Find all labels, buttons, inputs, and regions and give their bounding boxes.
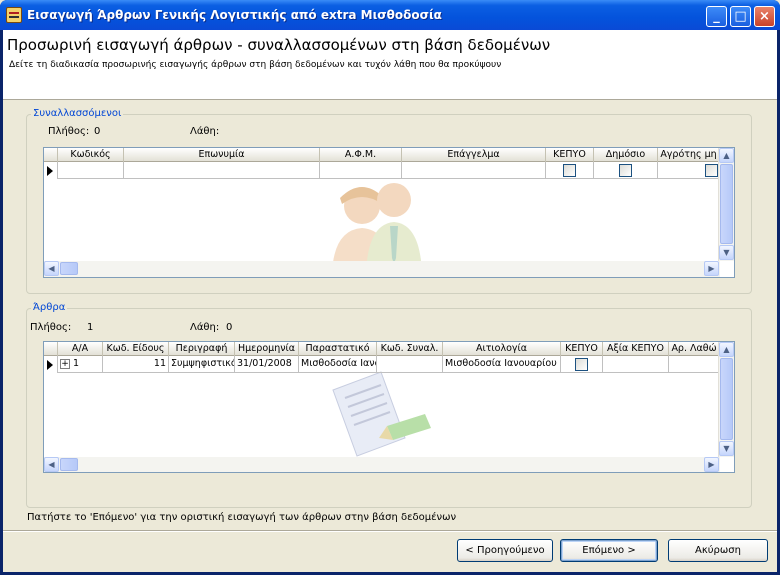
scroll-left-button[interactable]: ◀ <box>44 457 59 472</box>
column-header[interactable]: Κωδ. Είδους <box>103 342 169 356</box>
wizard-body: Προσωρινή εισαγωγή άρθρων - συναλλασσομέ… <box>3 30 777 572</box>
counterparties-count-label: Πλήθος: <box>48 126 90 137</box>
cell-justification[interactable]: Μισθοδοσία Ιανουαρίου <box>443 356 561 373</box>
ledger-icon <box>6 7 22 23</box>
window-title: Εισαγωγή Άρθρων Γενικής Λογιστικής από e… <box>27 8 442 22</box>
cell-description[interactable]: Συμψηφιστικό <box>169 356 235 373</box>
entries-count-label: Πλήθος: <box>30 322 72 333</box>
footer-instruction: Πατήστε το 'Επόμενο' για την οριστική ει… <box>27 512 457 523</box>
scroll-right-button[interactable]: ▶ <box>704 457 719 472</box>
scroll-up-button[interactable]: ▲ <box>719 342 734 357</box>
counterparties-grid[interactable]: Κωδικός Επωνυμία Α.Φ.Μ. Επάγγελμα ΚΕΠΥΟ … <box>43 147 735 278</box>
farmer-checkbox[interactable] <box>705 164 718 177</box>
counterparties-grid-header: Κωδικός Επωνυμία Α.Φ.Μ. Επάγγελμα ΚΕΠΥΟ … <box>44 148 720 162</box>
entries-count-value: 1 <box>87 322 94 333</box>
scroll-up-button[interactable]: ▲ <box>719 148 734 163</box>
column-header[interactable]: ΚΕΠΥΟ <box>561 342 603 356</box>
column-header[interactable]: Δημόσιο <box>594 148 658 162</box>
table-row[interactable] <box>44 162 720 179</box>
minimize-button[interactable]: _ <box>706 6 727 27</box>
column-header[interactable]: Α/Α <box>58 342 103 356</box>
column-header[interactable]: Κωδικός <box>58 148 124 162</box>
kepyo-checkbox[interactable] <box>575 358 588 371</box>
table-row[interactable]: + 1 11 Συμψηφιστικό 31/01/2008 Μισθοδοσί… <box>44 356 720 373</box>
entries-grid-header: Α/Α Κωδ. Είδους Περιγραφή Ημερομηνία Παρ… <box>44 342 720 356</box>
column-header[interactable]: Περιγραφή <box>169 342 235 356</box>
kepyo-checkbox[interactable] <box>563 164 576 177</box>
column-header[interactable]: Αρ. Λαθώ <box>669 342 720 356</box>
cell-code[interactable] <box>58 162 124 179</box>
column-header[interactable]: ΚΕΠΥΟ <box>546 148 594 162</box>
cell-name[interactable] <box>124 162 320 179</box>
scroll-thumb[interactable] <box>60 458 78 471</box>
column-header[interactable]: Επωνυμία <box>124 148 320 162</box>
current-row-icon <box>47 166 53 176</box>
counterparties-horizontal-scrollbar[interactable]: ◀ ▶ <box>44 261 720 277</box>
scroll-thumb[interactable] <box>60 262 78 275</box>
current-row-icon <box>47 360 53 370</box>
expand-row-icon[interactable]: + <box>60 359 70 369</box>
cell-date[interactable]: 31/01/2008 <box>235 356 299 373</box>
cell-afm[interactable] <box>320 162 402 179</box>
entries-group-label: Άρθρα <box>31 302 68 313</box>
cell-item-code[interactable]: 11 <box>103 356 169 373</box>
document-pen-icon <box>332 371 431 457</box>
scroll-thumb[interactable] <box>720 164 733 244</box>
entries-grid[interactable]: Α/Α Κωδ. Είδους Περιγραφή Ημερομηνία Παρ… <box>43 341 735 473</box>
footer-divider <box>3 530 777 532</box>
column-header[interactable]: Κωδ. Συναλ. <box>377 342 443 356</box>
scroll-down-button[interactable]: ▼ <box>719 441 734 456</box>
entries-horizontal-scrollbar[interactable]: ◀ ▶ <box>44 457 720 472</box>
cancel-button[interactable]: Ακύρωση <box>668 539 768 562</box>
column-header[interactable]: Αγρότης μη <box>658 148 720 162</box>
counterparties-errors-label: Λάθη: <box>190 126 220 137</box>
column-header[interactable]: Αξία ΚΕΠΥΟ <box>603 342 669 356</box>
entries-errors-label: Λάθη: <box>190 322 220 333</box>
scroll-right-button[interactable]: ▶ <box>704 261 719 276</box>
wizard-header: Προσωρινή εισαγωγή άρθρων - συναλλασσομέ… <box>3 30 777 100</box>
page-title: Προσωρινή εισαγωγή άρθρων - συναλλασσομέ… <box>7 36 551 54</box>
counterparties-vertical-scrollbar[interactable]: ▲ ▼ <box>718 148 734 261</box>
cell-document[interactable]: Μισθοδοσία Ιανο <box>299 356 377 373</box>
cell-aa[interactable]: 1 <box>73 356 79 372</box>
counterparties-group-label: Συναλλασσόμενοι <box>31 108 124 119</box>
scroll-left-button[interactable]: ◀ <box>44 261 59 276</box>
counterparties-count-value: 0 <box>94 126 101 137</box>
close-button[interactable]: × <box>754 6 775 27</box>
column-header[interactable]: Επάγγελμα <box>402 148 546 162</box>
next-button[interactable]: Επόμενο > <box>560 539 658 562</box>
maximize-button[interactable]: □ <box>730 6 751 27</box>
column-header[interactable]: Αιτιολογία <box>443 342 561 356</box>
cell-profession[interactable] <box>402 162 546 179</box>
title-bar[interactable]: Εισαγωγή Άρθρων Γενικής Λογιστικής από e… <box>0 0 780 30</box>
page-subtitle: Δείτε τη διαδικασία προσωρινής εισαγωγής… <box>9 60 502 70</box>
row-selector[interactable] <box>44 162 58 179</box>
row-selector[interactable] <box>44 356 58 373</box>
back-button[interactable]: < Προηγούμενο <box>457 539 553 562</box>
column-header[interactable]: Παραστατικό <box>299 342 377 356</box>
cell-kepyo-value[interactable] <box>603 356 669 373</box>
scroll-thumb[interactable] <box>720 358 733 440</box>
entries-errors-value: 0 <box>226 322 233 333</box>
cell-counterparty-code[interactable] <box>377 356 443 373</box>
column-header[interactable]: Α.Φ.Μ. <box>320 148 402 162</box>
cell-error-count[interactable] <box>669 356 720 373</box>
public-checkbox[interactable] <box>619 164 632 177</box>
scroll-down-button[interactable]: ▼ <box>719 245 734 260</box>
entries-vertical-scrollbar[interactable]: ▲ ▼ <box>718 342 734 457</box>
app-window: Εισαγωγή Άρθρων Γενικής Λογιστικής από e… <box>0 0 780 575</box>
column-header[interactable]: Ημερομηνία <box>235 342 299 356</box>
